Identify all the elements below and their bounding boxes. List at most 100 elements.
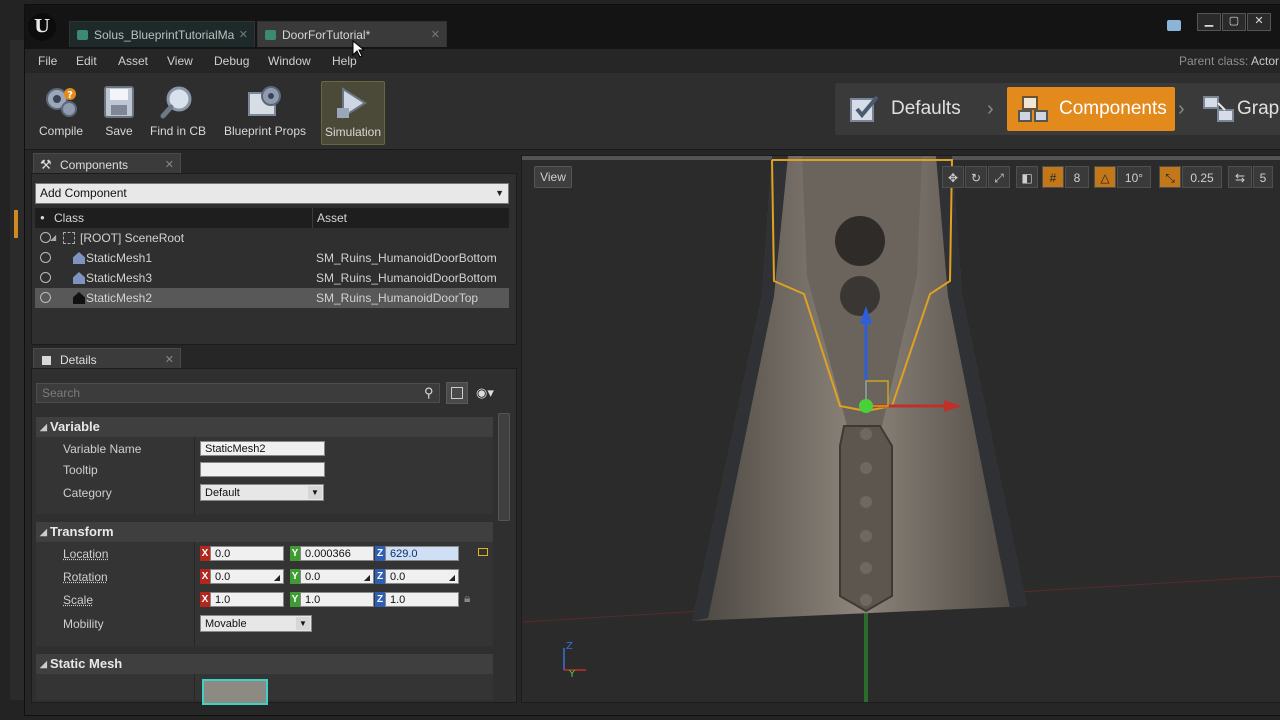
rotation-x-field[interactable]: 0.0 ◢ [210,569,284,584]
axis-x-label: X [200,569,210,584]
parent-class-label: Parent class: [1178,54,1249,68]
rotation-y-field[interactable]: 0.0 ◢ [300,569,374,584]
static-mesh-thumbnail[interactable] [202,679,268,705]
menu-asset[interactable]: Asset [118,54,148,68]
menu-file[interactable]: File [38,54,57,68]
spin-icon: ◢ [273,573,280,582]
menu-view[interactable]: View [167,54,193,68]
static-mesh-category-header[interactable]: ◢ Static Mesh [36,654,493,674]
camera-speed-value[interactable]: 5 [1253,166,1273,188]
close-icon[interactable]: ✕ [431,22,440,48]
menu-debug[interactable]: Debug [214,54,249,68]
chevron-down-icon: ▼ [495,188,504,198]
mode-components-button[interactable]: Components [1007,87,1175,131]
transform-properties: Location X 0.0 Y 0.000366 Z 629.0 Rotati… [36,542,493,646]
transform-category-header[interactable]: ◢ Transform [36,522,493,542]
details-scrollbar[interactable] [498,413,510,521]
scale-x-field[interactable]: 1.0 [210,592,284,607]
mobility-label: Mobility [63,617,104,631]
component-row-sceneroot[interactable]: ◢ [ROOT] SceneRoot [35,228,509,248]
menu-window[interactable]: Window [268,54,311,68]
reset-to-default-icon[interactable] [478,548,488,556]
scene-root-icon [63,232,75,244]
blueprint-icon [265,30,276,40]
maximize-button[interactable]: ▢ [1222,13,1246,31]
grid-snap-value[interactable]: 8 [1065,166,1089,188]
rotate-mode-icon[interactable]: ↻ [965,166,987,188]
details-search-input[interactable]: Search [36,383,440,403]
mode-graph-button[interactable]: Graph [1193,87,1280,131]
scale-mode-icon[interactable]: ⤢ [988,166,1010,188]
chevron-down-icon: ▼ [308,486,322,499]
rotation-label[interactable]: Rotation [63,570,108,584]
mobility-dropdown[interactable]: Movable ▼ [200,615,312,632]
list-icon [451,387,463,399]
tooltip-field[interactable] [200,462,325,477]
column-class-header[interactable]: Class [54,208,84,228]
property-matrix-button[interactable] [446,382,468,404]
rotation-snap-value[interactable]: 10° [1117,166,1151,188]
location-x-field[interactable]: 0.0 [210,546,284,561]
tab-components-panel[interactable]: ⚒ Components ✕ [33,153,181,175]
location-z-field[interactable]: 629.0 [385,546,459,561]
blueprint-props-button[interactable]: Blueprint Props [221,81,309,143]
move-handle-icon [40,252,51,263]
expand-arrow-icon[interactable]: ◢ [50,228,56,248]
add-component-dropdown[interactable]: Add Component ▼ [35,183,509,204]
mode-defaults-button[interactable]: Defaults [839,87,987,131]
component-row-staticmesh2[interactable]: StaticMesh2 SM_Ruins_HumanoidDoorTop [35,288,509,308]
save-label: Save [105,124,133,138]
details-icon [42,356,51,365]
scale-y-field[interactable]: 1.0 [300,592,374,607]
mode-components-label: Components [1059,98,1167,119]
world-local-icon[interactable]: ◧ [1016,166,1038,188]
component-row-staticmesh3[interactable]: StaticMesh3 SM_Ruins_HumanoidDoorBottom [35,268,509,288]
close-window-button[interactable]: ✕ [1247,13,1271,31]
axis-y-label: Y [290,592,300,607]
column-asset-header[interactable]: Asset [317,208,347,228]
category-dropdown[interactable]: Default ▼ [200,484,324,501]
scale-snap-icon[interactable]: ⤡ [1159,166,1181,188]
save-icon [104,86,134,118]
grid-snap-icon[interactable]: # [1042,166,1064,188]
viewport[interactable]: View ✥ ↻ ⤢ ◧ # 8 △ 10° ⤡ 0.25 ⇆ 5 Z Y [521,155,1280,703]
collapse-arrow-icon: ◢ [40,422,47,432]
background-panel-strip [10,40,24,700]
rotation-snap-icon[interactable]: △ [1094,166,1116,188]
lock-icon[interactable]: 🔒︎ [464,591,470,606]
component-class: StaticMesh1 [86,251,153,265]
mobility-value: Movable [205,618,247,630]
viewport-view-button[interactable]: View [534,166,572,188]
find-in-cb-button[interactable]: Find in CB [147,81,209,143]
location-label[interactable]: Location [63,547,108,561]
spin-icon: ◢ [363,573,370,582]
search-icon[interactable]: ⚲ [424,385,434,401]
component-row-staticmesh1[interactable]: StaticMesh1 SM_Ruins_HumanoidDoorBottom [35,248,509,268]
rotation-z-field[interactable]: 0.0 ◢ [385,569,459,584]
scale-snap-value[interactable]: 0.25 [1182,166,1222,188]
variable-name-field[interactable]: StaticMesh2 [200,441,325,456]
variable-category-header[interactable]: ◢ Variable [36,417,493,437]
translate-mode-icon[interactable]: ✥ [942,166,964,188]
tab-details-panel[interactable]: Details ✕ [33,348,181,370]
scale-label[interactable]: Scale [63,593,93,607]
scale-z-field[interactable]: 1.0 [385,592,459,607]
tab-level-blueprint[interactable]: Solus_BlueprintTutorialMa ✕ [69,21,255,47]
compile-button[interactable]: ? Compile [33,81,89,143]
transform-header-label: Transform [50,524,114,539]
camera-speed-icon[interactable]: ⇆ [1228,166,1252,188]
component-asset: SM_Ruins_HumanoidDoorTop [316,291,479,305]
blueprint-icon [77,30,88,40]
eye-icon[interactable]: ◉▾ [476,385,494,401]
blueprint-editor-window: U Solus_BlueprintTutorialMa ✕ DoorForTut… [24,4,1280,716]
save-button[interactable]: Save [95,81,143,143]
static-mesh-icon [73,252,85,264]
close-icon[interactable]: ✕ [239,22,248,48]
feedback-icon[interactable] [1167,20,1181,31]
location-y-field[interactable]: 0.000366 [300,546,374,561]
static-mesh-icon [73,292,85,304]
mode-defaults-label: Defaults [891,98,961,119]
simulation-button[interactable]: Simulation [321,81,385,145]
menu-edit[interactable]: Edit [76,54,97,68]
minimize-button[interactable]: ▁ [1197,13,1221,31]
